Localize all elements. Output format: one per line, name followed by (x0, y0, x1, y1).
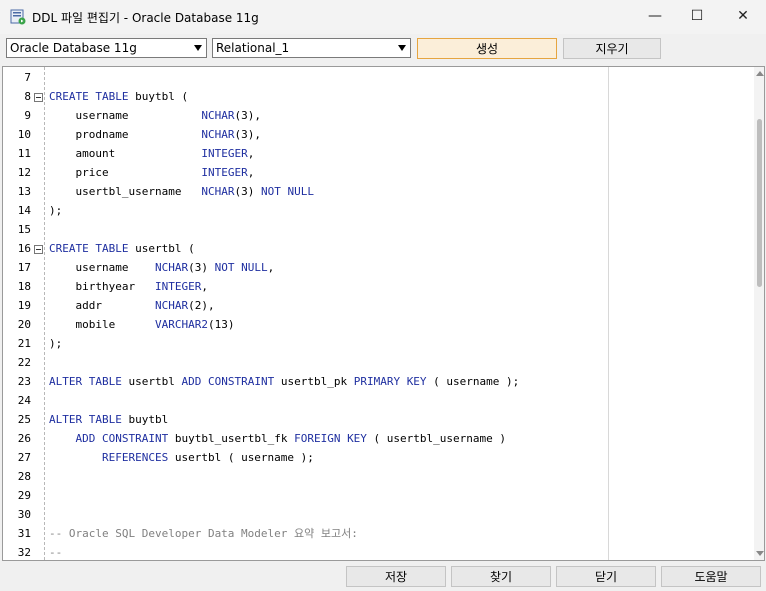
right-margin-line (608, 67, 609, 560)
clear-button[interactable]: 지우기 (563, 38, 661, 59)
line-number: 24 (17, 394, 31, 407)
bottom-bar: 저장 찾기 닫기 도움말 (0, 562, 766, 591)
line-number: 13 (17, 185, 31, 198)
code-line: ); (49, 204, 63, 217)
title-bar: DDL 파일 편집기 - Oracle Database 11g — ☐ ✕ (0, 0, 766, 34)
generate-button[interactable]: 생성 (417, 38, 557, 59)
code-line: usertbl_username NCHAR(3) NOT NULL (49, 185, 314, 198)
save-button[interactable]: 저장 (346, 566, 446, 587)
code-line: ADD CONSTRAINT buytbl_usertbl_fk FOREIGN… (75, 432, 507, 445)
model-select[interactable]: Relational_1 (212, 38, 411, 58)
code-line: price INTEGER, (49, 166, 255, 179)
line-number: 16 (17, 242, 31, 255)
find-button[interactable]: 찾기 (451, 566, 551, 587)
toolbar: Oracle Database 11g Relational_1 생성 지우기 (0, 34, 766, 64)
app-icon (10, 9, 26, 25)
help-button[interactable]: 도움말 (661, 566, 761, 587)
line-number: 7 (24, 71, 31, 84)
code-line: ALTER TABLE buytbl (49, 413, 169, 426)
chevron-down-icon (194, 45, 202, 51)
line-number: 8 (24, 90, 31, 103)
window-title: DDL 파일 편집기 - Oracle Database 11g (32, 11, 259, 25)
line-number: 11 (17, 147, 31, 160)
minimize-button[interactable]: — (632, 0, 678, 32)
line-number: 28 (17, 470, 31, 483)
line-number: 19 (17, 299, 31, 312)
fold-toggle-icon[interactable] (34, 245, 43, 254)
fold-guide (44, 67, 45, 560)
line-number: 18 (17, 280, 31, 293)
close-window-button[interactable]: ✕ (720, 0, 766, 32)
line-number: 17 (17, 261, 31, 274)
code-line: -- Oracle SQL Developer Data Modeler 요약 … (49, 527, 358, 540)
line-number: 20 (17, 318, 31, 331)
code-line: amount INTEGER, (49, 147, 255, 160)
maximize-button[interactable]: ☐ (674, 0, 720, 32)
code-line: CREATE TABLE buytbl ( (49, 90, 189, 103)
line-number: 12 (17, 166, 31, 179)
code-line: REFERENCES usertbl ( username ); (101, 451, 314, 464)
close-button[interactable]: 닫기 (556, 566, 656, 587)
line-number: 29 (17, 489, 31, 502)
database-type-select[interactable]: Oracle Database 11g (6, 38, 207, 58)
code-line: username NCHAR(3), (49, 109, 261, 122)
code-line: mobile VARCHAR2(13) (49, 318, 235, 331)
line-number: 15 (17, 223, 31, 236)
code-line: ); (49, 337, 63, 350)
line-number: 27 (17, 451, 31, 464)
chevron-down-icon (398, 45, 406, 51)
ddl-editor[interactable]: 7 8 CREATE TABLE buytbl ( 9 username NCHAR(… (2, 66, 765, 561)
line-number: 9 (24, 109, 31, 122)
scroll-up-icon[interactable] (756, 71, 764, 76)
code-line: addr NCHAR(2), (49, 299, 215, 312)
line-number: 30 (17, 508, 31, 521)
line-number: 21 (17, 337, 31, 350)
code-line: username NCHAR(3) NOT NULL, (49, 261, 275, 274)
model-value: Relational_1 (216, 41, 290, 55)
scroll-down-icon[interactable] (756, 551, 764, 556)
code-line: birthyear INTEGER, (49, 280, 208, 293)
code-line: ALTER TABLE usertbl ADD CONSTRAINT usert… (49, 375, 520, 388)
database-type-value: Oracle Database 11g (10, 41, 137, 55)
line-number: 14 (17, 204, 31, 217)
line-number: 25 (17, 413, 31, 426)
line-number: 32 (17, 546, 31, 559)
line-number: 26 (17, 432, 31, 445)
code-line: -- (49, 546, 63, 559)
line-number: 22 (17, 356, 31, 369)
line-number: 10 (17, 128, 31, 141)
line-number: 31 (17, 527, 31, 540)
fold-toggle-icon[interactable] (34, 93, 43, 102)
vertical-scrollbar[interactable] (754, 67, 764, 560)
scroll-thumb[interactable] (757, 119, 762, 287)
code-line: prodname NCHAR(3), (49, 128, 261, 141)
code-line: CREATE TABLE usertbl ( (49, 242, 195, 255)
line-number: 23 (17, 375, 31, 388)
